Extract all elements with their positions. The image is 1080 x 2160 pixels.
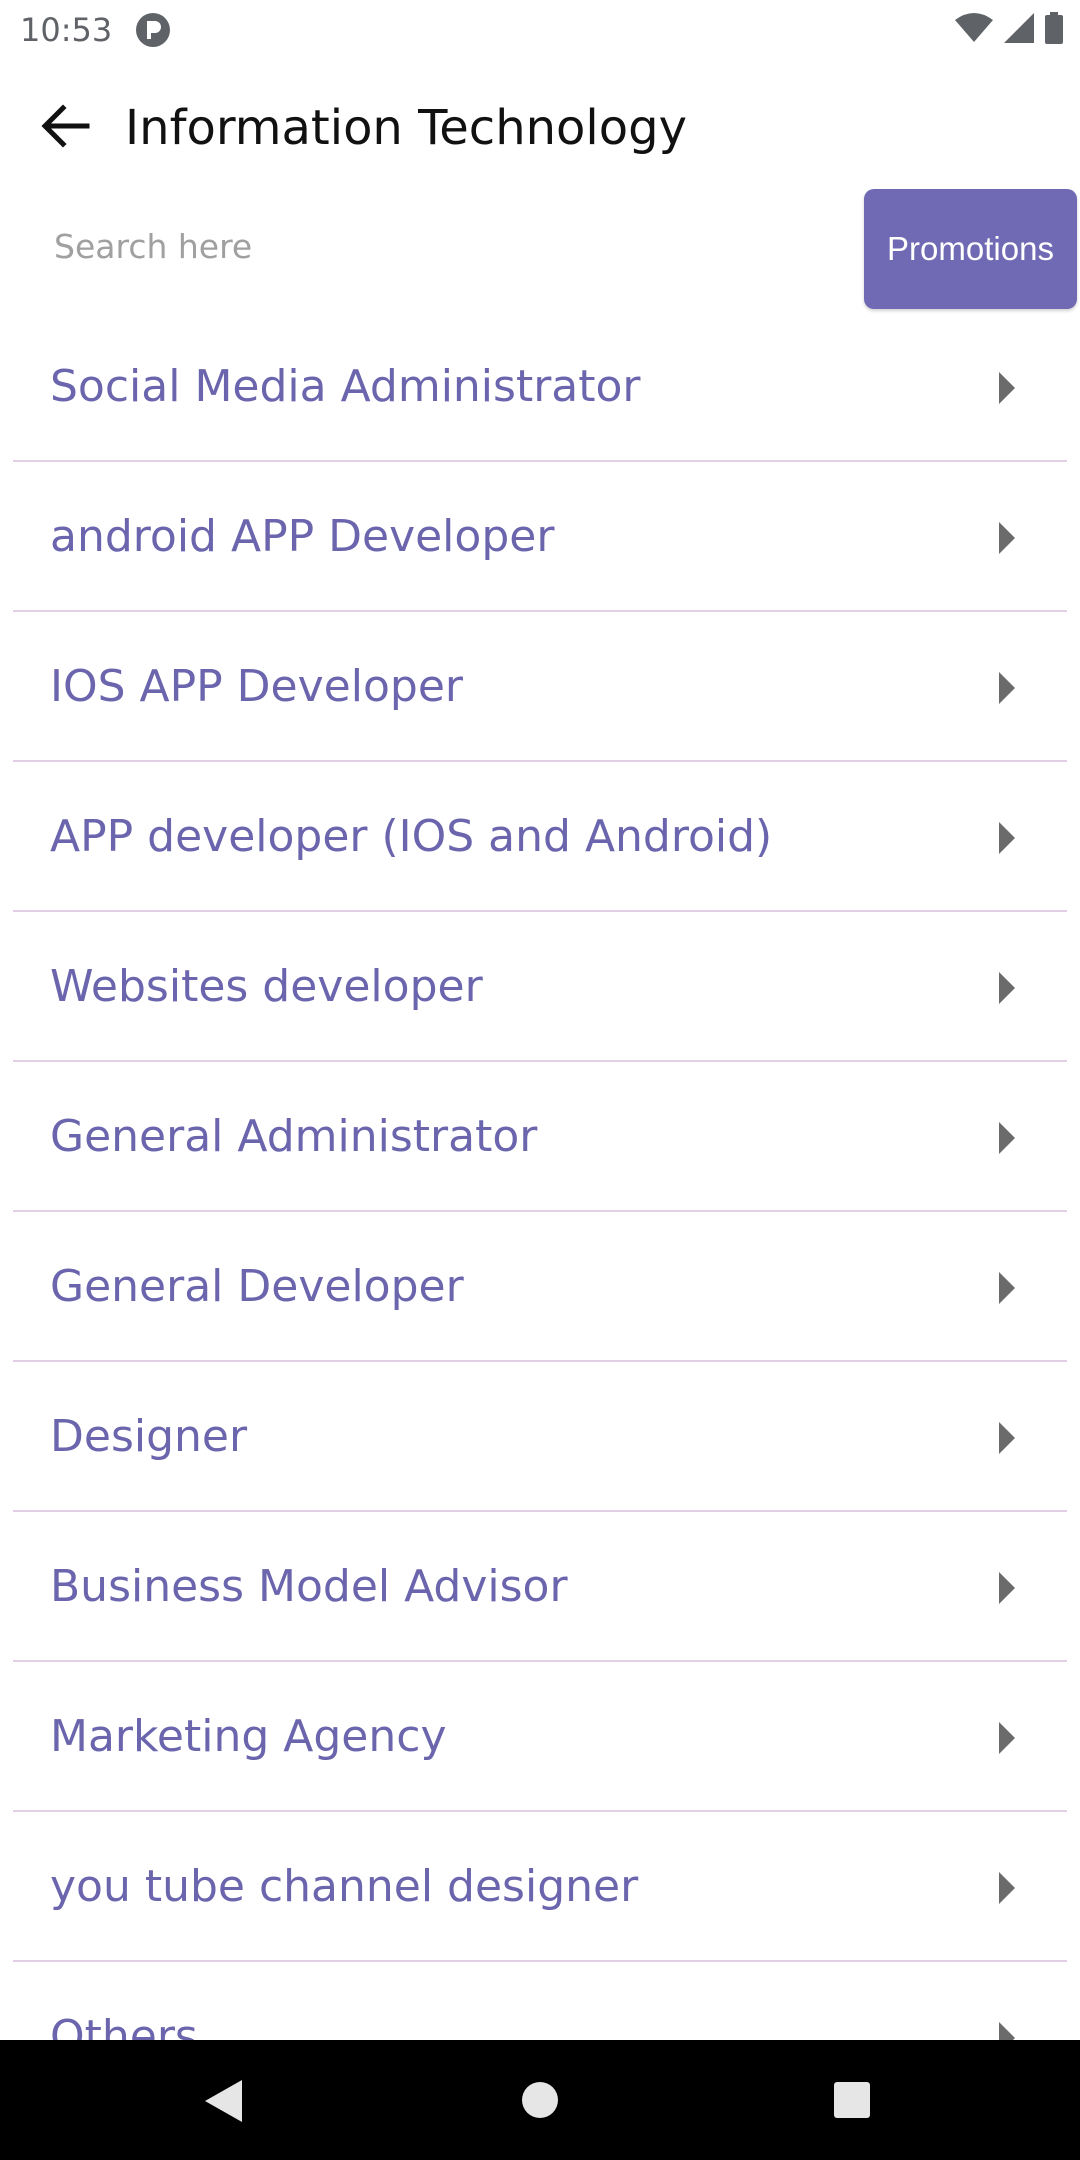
list-item-label: IOS APP Developer [50,661,463,712]
chevron-right-icon [999,822,1015,854]
list-item-label: Websites developer [50,961,483,1012]
status-time: 10:53 [20,11,113,49]
chevron-right-icon [999,2022,1015,2040]
chevron-right-icon [999,1272,1015,1304]
category-list: Social Media Administrator android APP D… [0,312,1080,2040]
chevron-right-icon [999,1722,1015,1754]
list-item[interactable]: General Administrator [13,1062,1067,1212]
chevron-right-icon [999,1872,1015,1904]
list-item-label: android APP Developer [50,511,555,562]
list-item-label: APP developer (IOS and Android) [50,811,773,862]
list-item[interactable]: Social Media Administrator [13,312,1067,462]
page-title: Information Technology [125,100,687,156]
chevron-right-icon [999,372,1015,404]
list-item-label: Social Media Administrator [50,361,641,412]
chevron-right-icon [999,1422,1015,1454]
arrow-back-icon [37,98,93,158]
list-item[interactable]: Business Model Advisor [13,1512,1067,1662]
promotions-label: Promotions [887,230,1054,267]
list-item[interactable]: APP developer (IOS and Android) [13,762,1067,912]
navigation-bar [0,2040,1080,2160]
list-item-label: Designer [50,1411,248,1462]
wifi-icon [954,12,994,48]
nav-recents-icon[interactable] [834,2082,870,2118]
list-item[interactable]: Designer [13,1362,1067,1512]
list-item-label: Business Model Advisor [50,1561,568,1612]
list-item[interactable]: IOS APP Developer [13,612,1067,762]
list-item-label: Others [50,2011,198,2040]
promotions-button[interactable]: Promotions [864,189,1077,309]
status-icons [954,12,1064,48]
nav-home-icon[interactable] [522,2082,558,2118]
circle-p-icon [135,12,171,48]
app-bar: Information Technology [0,68,1080,188]
chevron-right-icon [999,1572,1015,1604]
status-bar: 10:53 [0,0,1080,60]
list-item[interactable]: Others [13,1962,1067,2040]
battery-icon [1044,12,1064,48]
signal-icon [1002,12,1036,48]
list-item-label: General Developer [50,1261,464,1312]
list-item[interactable]: android APP Developer [13,462,1067,612]
list-item[interactable]: you tube channel designer [13,1812,1067,1962]
chevron-right-icon [999,672,1015,704]
chevron-right-icon [999,972,1015,1004]
list-item-label: Marketing Agency [50,1711,447,1762]
list-item[interactable]: General Developer [13,1212,1067,1362]
chevron-right-icon [999,1122,1015,1154]
list-item-label: you tube channel designer [50,1861,639,1912]
list-item[interactable]: Websites developer [13,912,1067,1062]
back-button[interactable] [30,96,100,160]
search-row: Promotions [0,188,1080,312]
search-input[interactable] [40,210,840,282]
list-item[interactable]: Marketing Agency [13,1662,1067,1812]
chevron-right-icon [999,522,1015,554]
list-item-label: General Administrator [50,1111,538,1162]
nav-back-icon[interactable] [205,2080,242,2122]
